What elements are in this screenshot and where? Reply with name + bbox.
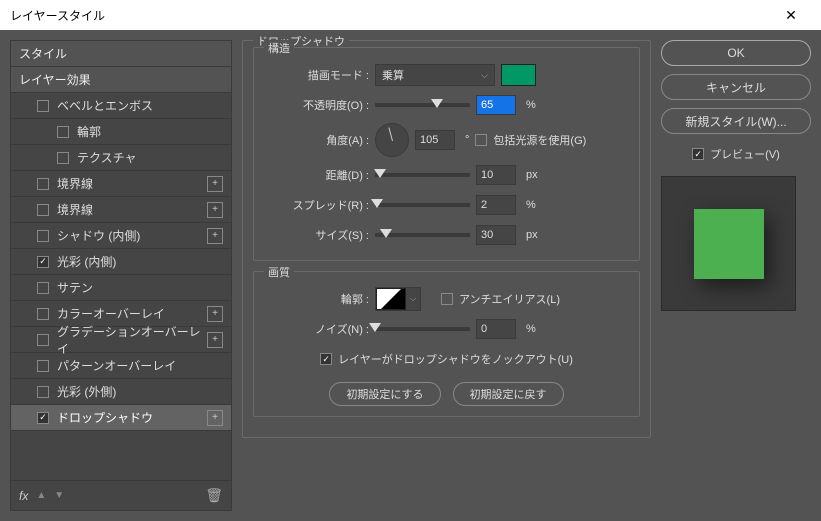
new-style-button[interactable]: 新規スタイル(W)... [661,108,811,134]
knockout-checkbox[interactable]: ✓ [320,353,332,365]
sidebar-item-satin[interactable]: サテン [11,275,231,301]
sidebar-item-contour[interactable]: 輪郭 [11,119,231,145]
distance-label: 距離(D) : [264,167,369,183]
titlebar: レイヤースタイル ✕ [0,0,821,30]
checkbox-icon[interactable]: ✓ [37,256,49,268]
checkbox-icon[interactable]: ✓ [37,412,49,424]
reset-default-button[interactable]: 初期設定に戻す [453,382,564,406]
global-light-checkbox[interactable] [475,134,487,146]
color-swatch[interactable] [501,64,536,86]
sidebar-item-drop-shadow[interactable]: ✓ ドロップシャドウ + [11,405,231,431]
drop-shadow-section: ドロップシャドウ 構造 描画モード : 乗算 ⌵ 不透明度(O) : [242,40,651,438]
preview-box [661,176,796,311]
noise-input[interactable] [476,319,516,339]
distance-input[interactable] [476,165,516,185]
sidebar-item-bevel[interactable]: ベベルとエンボス [11,93,231,119]
sidebar-item-stroke1[interactable]: 境界線 + [11,171,231,197]
checkbox-icon[interactable] [37,386,49,398]
make-default-button[interactable]: 初期設定にする [329,382,440,406]
ok-button[interactable]: OK [661,40,811,66]
distance-slider[interactable] [375,173,470,177]
chevron-down-icon: ⌵ [406,288,420,310]
checkbox-icon[interactable] [37,308,49,320]
plus-icon[interactable]: + [207,228,223,244]
sidebar-effects-header[interactable]: レイヤー効果 [11,67,231,93]
plus-icon[interactable]: + [207,202,223,218]
blend-mode-dropdown[interactable]: 乗算 ⌵ [375,64,495,86]
right-panel: OK キャンセル 新規スタイル(W)... ✓ プレビュー(V) [661,40,811,511]
checkbox-icon[interactable] [37,334,49,346]
structure-label: 構造 [264,40,294,56]
plus-icon[interactable]: + [207,176,223,192]
sidebar-item-pattern-overlay[interactable]: パターンオーバーレイ [11,353,231,379]
spread-label: スプレッド(R) : [264,197,369,213]
opacity-input[interactable] [476,95,516,115]
spread-input[interactable] [476,195,516,215]
sidebar-item-inner-glow[interactable]: ✓ 光彩 (内側) [11,249,231,275]
checkbox-icon[interactable] [57,126,69,138]
sidebar-footer: fx ▲ ▼ 🗑 [11,480,231,510]
preview-label: プレビュー(V) [710,146,780,162]
antialias-label: アンチエイリアス(L) [459,291,560,307]
sidebar-item-texture[interactable]: テクスチャ [11,145,231,171]
angle-dial[interactable] [375,123,409,157]
opacity-label: 不透明度(O) : [264,97,369,113]
knockout-label: レイヤーがドロップシャドウをノックアウト(U) [338,351,573,367]
sidebar-item-gradient-overlay[interactable]: グラデーションオーバーレイ + [11,327,231,353]
size-input[interactable] [476,225,516,245]
angle-label: 角度(A) : [264,132,369,148]
trash-icon[interactable]: 🗑 [205,487,223,504]
checkbox-icon[interactable] [57,152,69,164]
checkbox-icon[interactable] [37,282,49,294]
global-light-label: 包括光源を使用(G) [493,132,586,148]
quality-group: 画質 輪郭 : ⌵ アンチエイリアス(L) ノイズ(N) : [253,271,640,417]
checkbox-icon[interactable] [37,230,49,242]
antialias-checkbox[interactable] [441,293,453,305]
contour-thumb [376,288,406,310]
chevron-down-icon: ⌵ [481,70,488,81]
blend-mode-label: 描画モード : [264,67,369,83]
contour-picker[interactable]: ⌵ [375,287,421,311]
noise-slider[interactable] [375,327,470,331]
fx-icon[interactable]: fx [19,489,28,503]
quality-label: 画質 [264,264,294,280]
noise-label: ノイズ(N) : [264,321,369,337]
spread-slider[interactable] [375,203,470,207]
preview-checkbox[interactable]: ✓ [692,148,704,160]
window-title: レイヤースタイル [10,7,771,24]
size-slider[interactable] [375,233,470,237]
preview-square [694,209,764,279]
styles-sidebar: スタイル レイヤー効果 ベベルとエンボス 輪郭 テクスチャ 境界線 + [10,40,232,511]
plus-icon[interactable]: + [207,410,223,426]
sidebar-styles-header[interactable]: スタイル [11,41,231,67]
contour-label: 輪郭 : [264,291,369,307]
arrow-down-icon[interactable]: ▼ [54,490,64,501]
sidebar-item-stroke2[interactable]: 境界線 + [11,197,231,223]
sidebar-item-inner-shadow[interactable]: シャドウ (内側) + [11,223,231,249]
close-icon[interactable]: ✕ [771,0,811,30]
cancel-button[interactable]: キャンセル [661,74,811,100]
structure-group: 構造 描画モード : 乗算 ⌵ 不透明度(O) : [253,47,640,261]
main-panel: ドロップシャドウ 構造 描画モード : 乗算 ⌵ 不透明度(O) : [242,40,651,511]
checkbox-icon[interactable] [37,100,49,112]
checkbox-icon[interactable] [37,204,49,216]
angle-input[interactable] [415,130,455,150]
plus-icon[interactable]: + [207,332,223,348]
plus-icon[interactable]: + [207,306,223,322]
size-label: サイズ(S) : [264,227,369,243]
sidebar-item-outer-glow[interactable]: 光彩 (外側) [11,379,231,405]
checkbox-icon[interactable] [37,360,49,372]
opacity-slider[interactable] [375,103,470,107]
arrow-up-icon[interactable]: ▲ [36,490,46,501]
checkbox-icon[interactable] [37,178,49,190]
